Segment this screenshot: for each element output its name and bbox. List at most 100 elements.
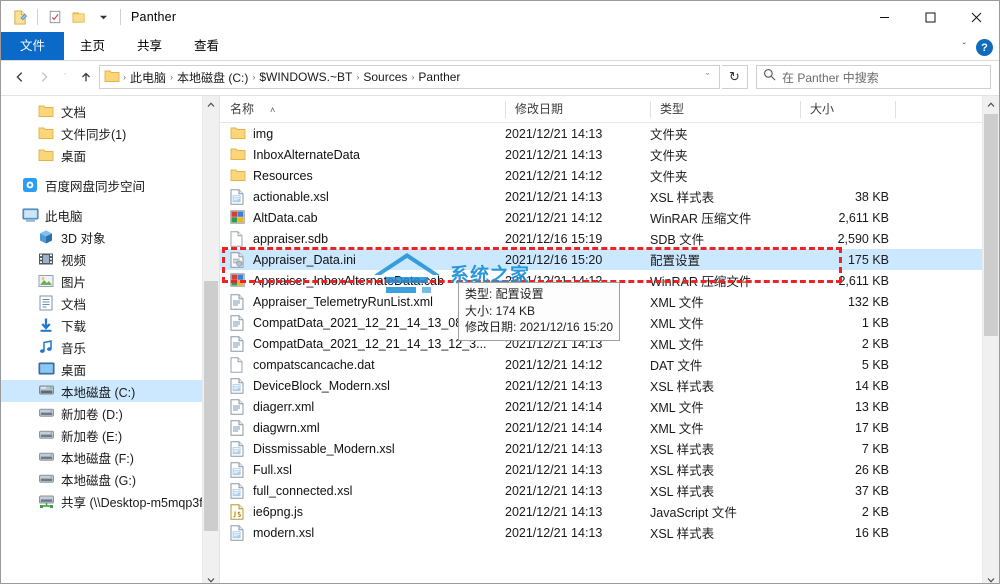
minimize-button[interactable] [861, 1, 907, 33]
cell-date: 2021/12/16 15:20 [505, 252, 603, 267]
sidebar-item-8[interactable]: 视频 [1, 248, 202, 270]
cell-size: 16 KB [854, 525, 889, 540]
cell-size: 1 KB [861, 315, 889, 330]
table-row[interactable]: diagerr.xml 2021/12/21 14:14 XML 文件 13 KB [220, 396, 982, 417]
table-row[interactable]: diagwrn.xml 2021/12/21 14:14 XML 文件 17 KB [220, 417, 982, 438]
sidebar-item-13[interactable]: 桌面 [1, 358, 202, 380]
cell-type: XSL 样式表 [650, 443, 715, 457]
up-button[interactable] [75, 65, 97, 89]
sidebar-item-4[interactable]: 百度网盘同步空间 [1, 174, 202, 196]
column-header-spare[interactable] [895, 96, 955, 123]
videos-icon [37, 250, 55, 268]
table-row[interactable]: modern.xsl 2021/12/21 14:13 XSL 样式表 16 KB [220, 522, 982, 543]
file-rows: img 2021/12/21 14:13 文件夹 InboxAlternateData… [220, 123, 982, 583]
address-bar[interactable]: › 此电脑 › 本地磁盘 (C:) › $WINDOWS.~BT › Sourc… [99, 65, 720, 89]
properties-icon[interactable] [44, 6, 66, 28]
cell-name: appraiser.sdb [220, 230, 505, 247]
breadcrumb-this-pc[interactable]: 此电脑 [127, 69, 169, 86]
file-name-text: CompatData_2021_12_21_14_13_08... [253, 315, 473, 330]
maximize-button[interactable] [907, 1, 953, 33]
breadcrumb-panther[interactable]: Panther [415, 70, 463, 84]
qat-dropdown-caret-icon[interactable] [92, 6, 114, 28]
tab-home[interactable]: 主页 [64, 32, 121, 60]
tab-view[interactable]: 查看 [178, 32, 235, 60]
column-header-type[interactable]: 类型 [650, 96, 800, 123]
nav-scroll-up-icon[interactable] [203, 96, 219, 113]
file-scroll-thumb[interactable] [984, 114, 998, 336]
cell-size: 2,611 KB [838, 273, 889, 288]
table-row[interactable]: Dissmissable_Modern.xsl 2021/12/21 14:13 X… [220, 438, 982, 459]
back-button[interactable] [9, 65, 31, 89]
table-row[interactable]: appraiser.sdb 2021/12/16 15:19 SDB 文件 2,590… [220, 228, 982, 249]
sidebar-item-11[interactable]: 下载 [1, 314, 202, 336]
cell-date: 2021/12/16 15:19 [505, 231, 603, 246]
table-row[interactable]: compatscancache.dat 2021/12/21 14:12 DAT 文… [220, 354, 982, 375]
sidebar-item-19[interactable]: 共享 (\\Desktop-m5mqp3f) (Z [1, 490, 202, 512]
table-row[interactable]: actionable.xsl 2021/12/21 14:13 XSL 样式表 38 … [220, 186, 982, 207]
table-row[interactable]: img 2021/12/21 14:13 文件夹 [220, 123, 982, 144]
file-name-text: Appraiser_InboxAlternateData.cab [253, 273, 445, 288]
file-name-text: Dissmissable_Modern.xsl [253, 441, 395, 456]
folder-icon [230, 126, 246, 142]
nav-scrollbar[interactable] [202, 96, 219, 583]
sidebar-item-15[interactable]: 新加卷 (D:) [1, 402, 202, 424]
table-row[interactable]: InboxAlternateData 2021/12/21 14:13 文件夹 [220, 144, 982, 165]
table-row[interactable]: Appraiser_Data.ini 2021/12/16 15:20 配置设置 17… [220, 249, 982, 270]
tab-file[interactable]: 文件 [1, 32, 65, 60]
sidebar-item-0[interactable]: 文档 [1, 100, 202, 122]
refresh-button[interactable]: ↻ [722, 65, 748, 89]
column-header-name[interactable]: 名称 ˄ [220, 96, 505, 123]
sidebar-item-18[interactable]: 本地磁盘 (G:) [1, 468, 202, 490]
recent-locations-icon[interactable]: ˇ [57, 65, 73, 89]
column-header-size[interactable]: 大小 [800, 96, 895, 123]
tab-share[interactable]: 共享 [121, 32, 178, 60]
table-row[interactable]: full_connected.xsl 2021/12/21 14:13 XSL 样式… [220, 480, 982, 501]
column-header-date[interactable]: 修改日期 [505, 96, 650, 123]
table-row[interactable]: Resources 2021/12/21 14:12 文件夹 [220, 165, 982, 186]
cell-date: 2021/12/21 14:13 [505, 126, 603, 141]
search-box[interactable]: 在 Panther 中搜索 [756, 65, 991, 89]
cell-type: JavaScript 文件 [650, 506, 737, 520]
file-name-text: actionable.xsl [253, 189, 329, 204]
explorer-body: 文档 文件同步(1) 桌面 百度网盘同步空间 此电脑 3D 对象 视频 图片 文档 下载 音乐 桌面本… [1, 95, 999, 583]
sidebar-item-label: 百度网盘同步空间 [45, 179, 146, 194]
cell-date: 2021/12/21 14:12 [505, 168, 603, 183]
table-row[interactable]: Full.xsl 2021/12/21 14:13 XSL 样式表 26 KB [220, 459, 982, 480]
nav-scroll-down-icon[interactable] [203, 571, 219, 583]
cell-size: 26 KB [854, 462, 889, 477]
address-bar-row: ˇ › 此电脑 › 本地磁盘 (C:) › $WINDOWS.~BT › Sou… [1, 61, 999, 95]
forward-button[interactable] [33, 65, 55, 89]
help-icon[interactable]: ? [976, 39, 993, 56]
sidebar-item-9[interactable]: 图片 [1, 270, 202, 292]
file-scroll-up-icon[interactable] [983, 96, 999, 113]
address-dropdown-caret-icon[interactable]: ˇ [698, 72, 717, 82]
sidebar-item-7[interactable]: 3D 对象 [1, 226, 202, 248]
table-row[interactable]: ie6png.js 2021/12/21 14:13 JavaScript 文件 2 … [220, 501, 982, 522]
cell-name: Full.xsl [220, 461, 505, 478]
sidebar-item-6[interactable]: 此电脑 [1, 204, 202, 226]
sidebar-item-14[interactable]: 本地磁盘 (C:) [1, 380, 202, 402]
sidebar-item-2[interactable]: 桌面 [1, 144, 202, 166]
breadcrumb-windows-bt[interactable]: $WINDOWS.~BT [256, 70, 355, 84]
file-scroll-down-icon[interactable] [983, 571, 999, 583]
xsl-icon [230, 440, 246, 457]
table-row[interactable]: DeviceBlock_Modern.xsl 2021/12/21 14:13 XS… [220, 375, 982, 396]
sidebar-item-17[interactable]: 本地磁盘 (F:) [1, 446, 202, 468]
sidebar-item-12[interactable]: 音乐 [1, 336, 202, 358]
sidebar-item-10[interactable]: 文档 [1, 292, 202, 314]
sidebar-item-16[interactable]: 新加卷 (E:) [1, 424, 202, 446]
close-button[interactable] [953, 1, 999, 33]
cell-size: 2 KB [861, 504, 889, 519]
nav-scroll-thumb[interactable] [204, 281, 218, 531]
sidebar-item-1[interactable]: 文件同步(1) [1, 122, 202, 144]
new-folder-icon[interactable] [68, 6, 90, 28]
qat-divider-2 [120, 9, 121, 25]
breadcrumb-local-disk-c[interactable]: 本地磁盘 (C:) [174, 69, 251, 86]
collapse-ribbon-icon[interactable]: ˇ [963, 42, 966, 53]
breadcrumb-sources[interactable]: Sources [360, 70, 410, 84]
search-input[interactable]: 在 Panther 中搜索 [782, 69, 879, 86]
table-row[interactable]: AltData.cab 2021/12/21 14:12 WinRAR 压缩文件 2,… [220, 207, 982, 228]
new-doc-icon[interactable] [9, 6, 31, 28]
file-list-scrollbar[interactable] [982, 96, 999, 583]
cell-type: XSL 样式表 [650, 380, 715, 394]
